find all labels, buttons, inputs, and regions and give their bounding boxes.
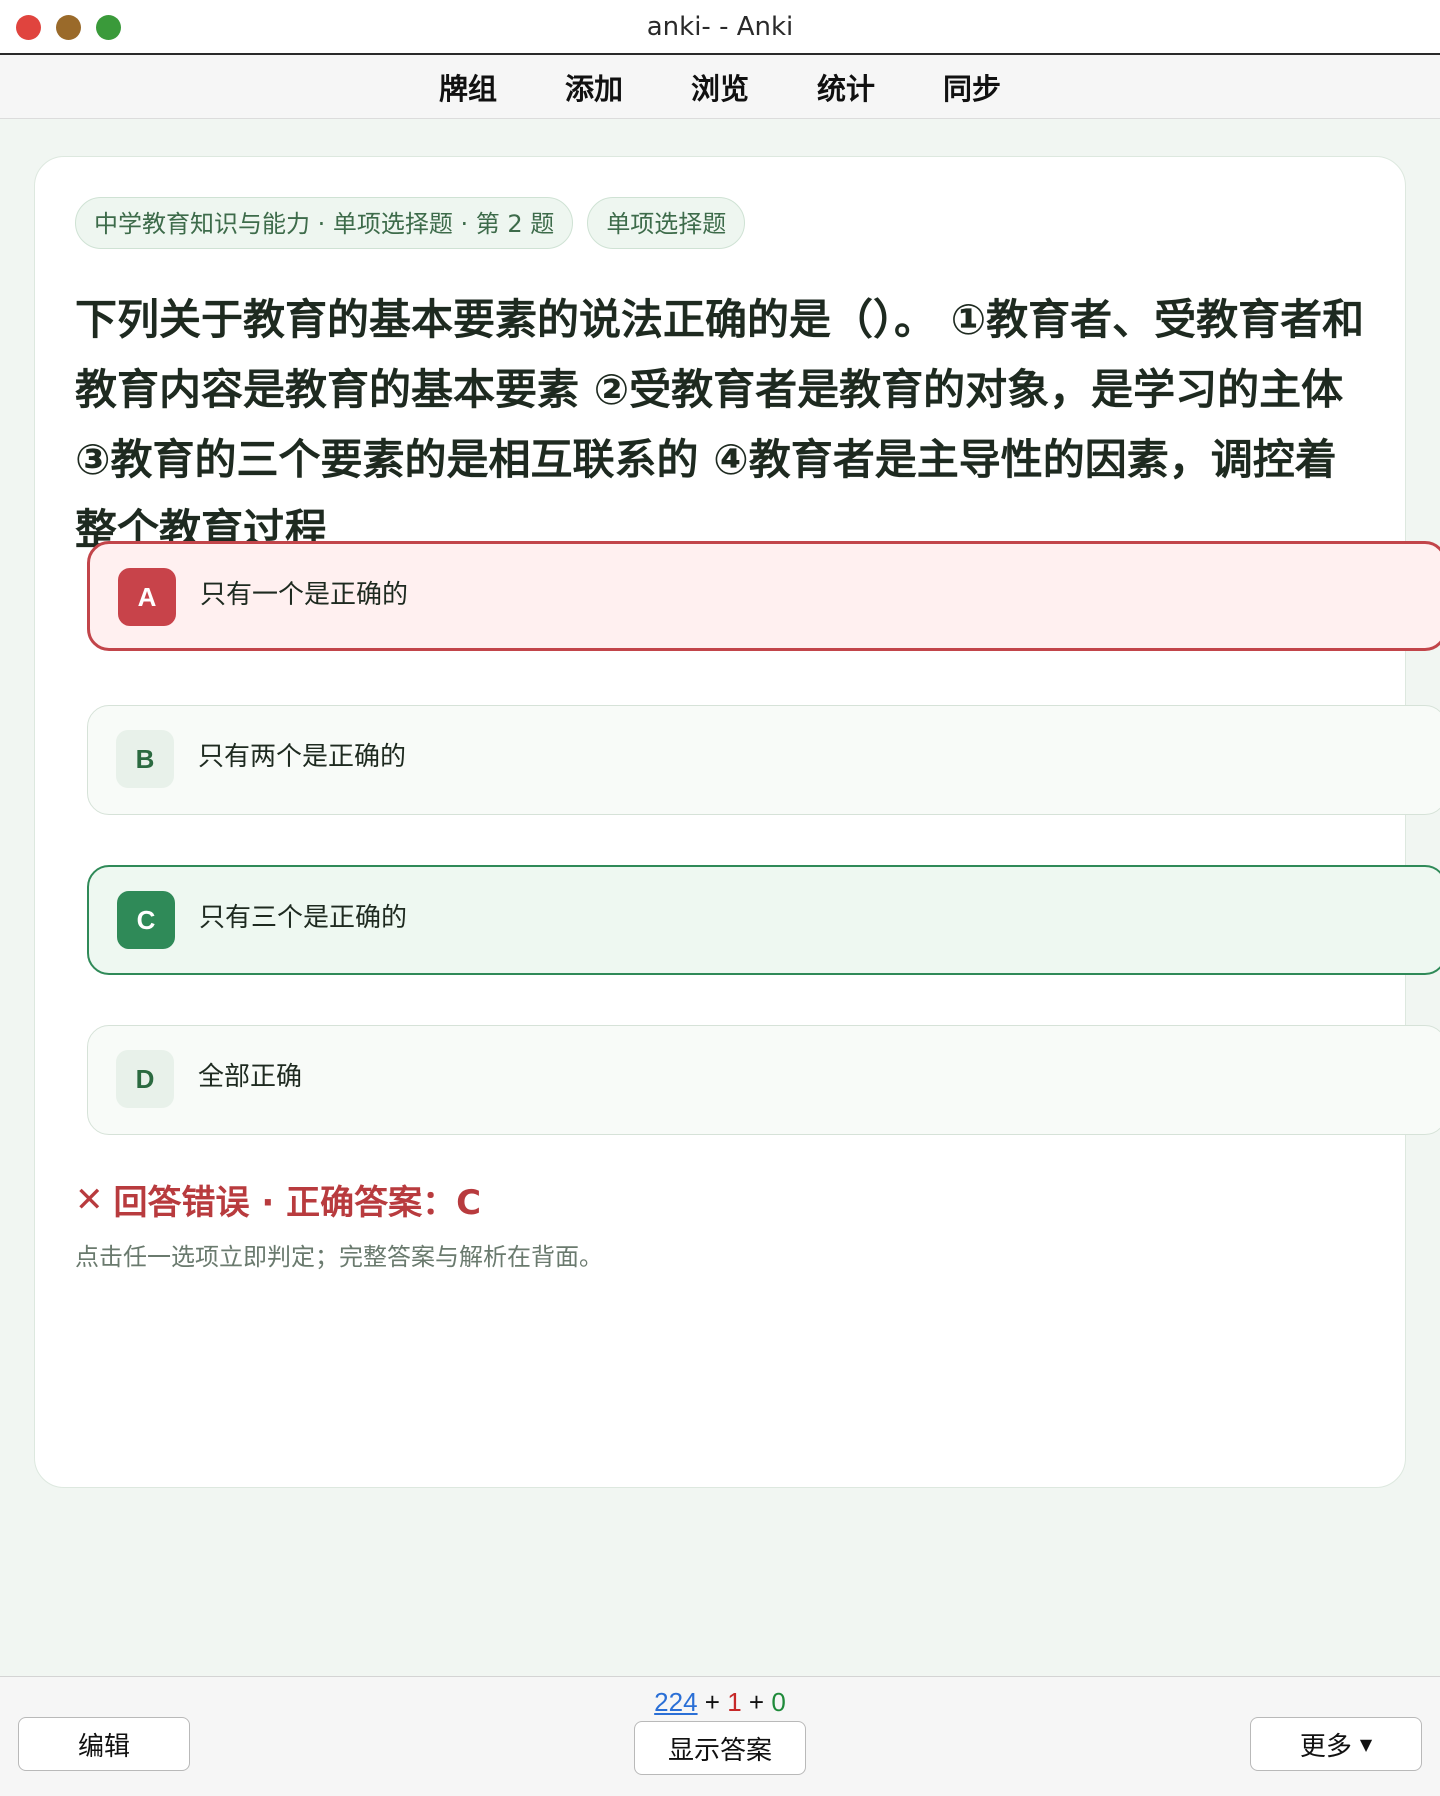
option-text: 只有两个是正确的 <box>198 742 407 772</box>
tag-type: 单项选择题 <box>587 197 746 249</box>
option-a[interactable]: A 只有一个是正确的 <box>87 541 1440 651</box>
menu-add[interactable]: 添加 <box>559 62 629 112</box>
option-d[interactable]: D 全部正确 <box>87 1025 1440 1135</box>
option-letter: A <box>118 568 176 626</box>
caret-down-icon: ▼ <box>1359 1734 1373 1754</box>
learn-count: 1 <box>727 1687 742 1717</box>
option-c[interactable]: C 只有三个是正确的 <box>87 865 1440 975</box>
edit-button[interactable]: 编辑 <box>18 1717 190 1771</box>
count-separator: + <box>704 1687 720 1717</box>
review-count: 0 <box>771 1687 786 1717</box>
wrong-icon: ✕ <box>75 1179 104 1220</box>
option-text: 只有一个是正确的 <box>200 580 409 610</box>
more-button[interactable]: 更多 ▼ <box>1250 1717 1422 1771</box>
more-label: 更多 <box>1299 1731 1352 1762</box>
title-bar: anki- - Anki <box>0 0 1440 55</box>
hint-text: 点击任一选项立即判定；完整答案与解析在背面。 <box>75 1243 603 1271</box>
due-counts: 224 + 1 + 0 <box>0 1687 1440 1718</box>
count-separator: + <box>748 1687 765 1717</box>
option-letter: D <box>116 1050 174 1108</box>
menu-sync[interactable]: 同步 <box>937 62 1007 112</box>
verdict-line: ✕ 回答错误 · 正确答案：C <box>75 1175 481 1224</box>
option-letter: B <box>116 730 174 788</box>
option-text: 只有三个是正确的 <box>199 903 408 933</box>
menu-stats[interactable]: 统计 <box>811 62 881 112</box>
option-letter: C <box>117 891 175 949</box>
question-text: 下列关于教育的基本要素的说法正确的是（）。 ①教育者、受教育者和教育内容是教育的… <box>75 295 1365 554</box>
menu-decks[interactable]: 牌组 <box>433 62 503 112</box>
menu-browse[interactable]: 浏览 <box>685 62 755 112</box>
bottom-bar: 224 + 1 + 0 编辑 显示答案 更多 ▼ <box>0 1676 1440 1796</box>
new-count[interactable]: 224 <box>654 1687 697 1717</box>
verdict-text: 回答错误 · 正确答案：C <box>113 1183 482 1223</box>
option-b[interactable]: B 只有两个是正确的 <box>87 705 1440 815</box>
option-text: 全部正确 <box>198 1062 303 1092</box>
window-title: anki- - Anki <box>646 12 794 42</box>
top-menu: 牌组 添加 浏览 统计 同步 <box>0 55 1440 119</box>
tag-list: 中学教育知识与能力 · 单项选择题 · 第 2 题 单项选择题 <box>75 197 746 249</box>
question-card: 中学教育知识与能力 · 单项选择题 · 第 2 题 单项选择题 下列关于教育的基… <box>34 156 1440 1488</box>
tag-source: 中学教育知识与能力 · 单项选择题 · 第 2 题 <box>75 197 574 249</box>
show-answer-button[interactable]: 显示答案 <box>634 1721 806 1775</box>
